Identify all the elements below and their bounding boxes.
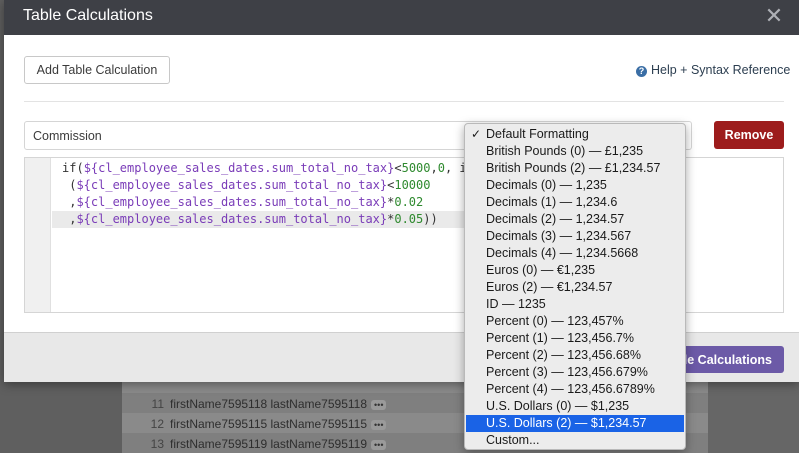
format-option[interactable]: Decimals (1) — 1,234.6 <box>466 194 684 211</box>
format-option[interactable]: Percent (2) — 123,456.68% <box>466 347 684 364</box>
close-icon[interactable]: ✕ <box>764 5 784 27</box>
more-icon: ••• <box>371 419 387 430</box>
row-number: 13 <box>150 437 164 451</box>
editor-gutter <box>25 158 51 312</box>
modal-header: Table Calculations ✕ <box>4 0 799 35</box>
format-option[interactable]: Percent (0) — 123,457% <box>466 313 684 330</box>
format-option[interactable]: British Pounds (0) — £1,235 <box>466 143 684 160</box>
format-option[interactable]: Euros (0) — €1,235 <box>466 262 684 279</box>
more-icon: ••• <box>371 399 387 410</box>
code-line: (${cl_employee_sales_dates.sum_total_no_… <box>62 178 431 192</box>
modal-title: Table Calculations <box>23 7 153 24</box>
format-option[interactable]: ID — 1235 <box>466 296 684 313</box>
format-option-highlighted[interactable]: U.S. Dollars (2) — $1,234.57 <box>466 415 684 432</box>
format-option[interactable]: Percent (4) — 123,456.6789% <box>466 381 684 398</box>
format-option[interactable]: Decimals (2) — 1,234.57 <box>466 211 684 228</box>
row-text: firstName7595115 lastName7595115 ••• <box>170 417 387 431</box>
format-option[interactable]: Percent (3) — 123,456.679% <box>466 364 684 381</box>
format-dropdown-menu[interactable]: ✓ Default Formatting British Pounds (0) —… <box>464 123 686 450</box>
format-option[interactable]: U.S. Dollars (0) — $1,235 <box>466 398 684 415</box>
more-icon: ••• <box>371 439 387 450</box>
code-line: ,${cl_employee_sales_dates.sum_total_no_… <box>52 211 492 228</box>
row-number: 11 <box>151 397 164 411</box>
format-option[interactable]: Euros (2) — €1,234.57 <box>466 279 684 296</box>
format-option[interactable]: Decimals (4) — 1,234.5668 <box>466 245 684 262</box>
format-option[interactable]: Decimals (3) — 1,234.567 <box>466 228 684 245</box>
remove-button[interactable]: Remove <box>714 121 784 149</box>
format-option[interactable]: British Pounds (2) — £1,234.57 <box>466 160 684 177</box>
background-right-panel <box>708 380 799 453</box>
format-option[interactable]: ✓ Default Formatting <box>466 126 684 143</box>
row-text: firstName7595119 lastName7595119 ••• <box>170 437 387 451</box>
format-option[interactable]: Custom... <box>466 432 684 449</box>
code-line: ,${cl_employee_sales_dates.sum_total_no_… <box>62 195 424 209</box>
row-text: firstName7595118 lastName7595118 ••• <box>170 397 387 411</box>
code-line: if(${cl_employee_sales_dates.sum_total_n… <box>62 161 467 175</box>
help-icon: ? <box>636 66 647 77</box>
check-icon: ✓ <box>471 127 482 141</box>
divider <box>24 101 784 102</box>
add-table-calculation-button[interactable]: Add Table Calculation <box>24 56 170 84</box>
format-option[interactable]: Decimals (0) — 1,235 <box>466 177 684 194</box>
row-number: 12 <box>150 417 164 431</box>
format-option[interactable]: Percent (1) — 123,456.7% <box>466 330 684 347</box>
help-syntax-link[interactable]: ? Help + Syntax Reference <box>636 63 790 77</box>
